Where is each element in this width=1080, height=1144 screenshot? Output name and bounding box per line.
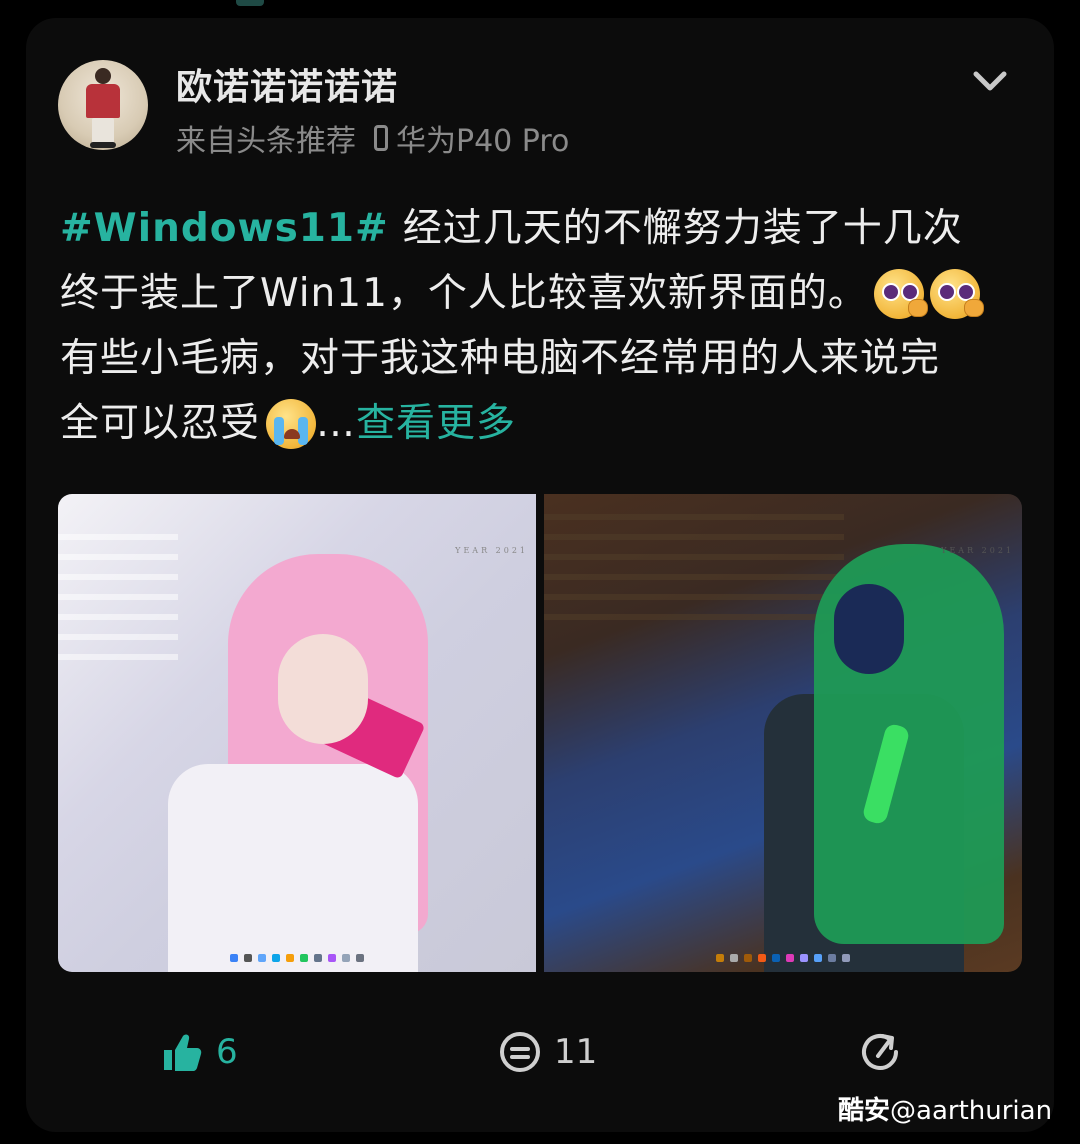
comment-button[interactable]: 11 bbox=[498, 1030, 597, 1074]
see-more-link[interactable]: 查看更多 bbox=[356, 391, 516, 456]
source-watermark: 酷安@aarthurian bbox=[838, 1090, 1052, 1127]
top-strip bbox=[0, 0, 1080, 14]
post-device: 华为P40 Pro bbox=[396, 124, 570, 159]
comment-icon bbox=[500, 1032, 540, 1072]
share-icon bbox=[862, 1034, 898, 1070]
author-handle: @aarthurian bbox=[890, 1096, 1053, 1126]
like-button[interactable]: 6 bbox=[160, 1030, 238, 1074]
smirk-face-icon bbox=[873, 268, 928, 319]
desktop-taskbar bbox=[58, 954, 536, 966]
crying-face-icon bbox=[266, 398, 317, 449]
post-line: 有些小毛病，对于我这种电脑不经常用的人来说完 bbox=[60, 326, 1020, 391]
avatar-figure-head bbox=[95, 68, 111, 84]
like-count: 6 bbox=[216, 1032, 238, 1072]
avatar-figure-shoes bbox=[90, 142, 116, 148]
photo-watermark: YEAR 2021 bbox=[941, 546, 1014, 555]
post-line-text: 全可以忍受 bbox=[60, 401, 261, 446]
app-name: 酷安 bbox=[838, 1096, 891, 1126]
action-bar: 6 11 bbox=[0, 1030, 1080, 1080]
post-image-1[interactable]: YEAR 2021 bbox=[58, 494, 536, 972]
post-line-text: 终于装上了Win11，个人比较喜欢新界面的。 bbox=[60, 271, 868, 316]
chevron-down-icon[interactable] bbox=[968, 62, 1012, 102]
post-line: 全可以忍受 … 查看更多 bbox=[60, 391, 1020, 456]
post-image-2[interactable]: YEAR 2021 bbox=[544, 494, 1022, 972]
post-line-text: 经过几天的不懈努力装了十几次 bbox=[402, 206, 963, 251]
avatar-figure-legs bbox=[92, 118, 114, 144]
desktop-taskbar bbox=[544, 954, 1022, 966]
post-line-text: 有些小毛病，对于我这种电脑不经常用的人来说完 bbox=[60, 336, 941, 381]
post-line: #Windows11# 经过几天的不懈努力装了十几次 bbox=[60, 196, 1020, 261]
phone-icon bbox=[374, 125, 388, 151]
avatar[interactable] bbox=[58, 60, 148, 150]
avatar-figure-body bbox=[86, 84, 120, 118]
author-name[interactable]: 欧诺诺诺诺诺 bbox=[176, 58, 398, 110]
comment-count: 11 bbox=[554, 1032, 598, 1072]
post-meta: 来自头条推荐 华为P40 Pro bbox=[176, 116, 569, 160]
smirk-face-icon bbox=[929, 268, 984, 319]
post-line: 终于装上了Win11，个人比较喜欢新界面的。 bbox=[60, 261, 1020, 326]
share-button[interactable] bbox=[858, 1030, 902, 1074]
top-tab-indicator bbox=[236, 0, 264, 6]
post-body[interactable]: #Windows11# 经过几天的不懈努力装了十几次 终于装上了Win11，个人… bbox=[60, 196, 1020, 456]
ellipsis: … bbox=[316, 401, 357, 446]
hashtag-link[interactable]: #Windows11# bbox=[60, 196, 389, 261]
thumbs-up-icon bbox=[164, 1034, 202, 1071]
photo-watermark: YEAR 2021 bbox=[455, 546, 528, 555]
post-source: 来自头条推荐 bbox=[176, 124, 356, 159]
